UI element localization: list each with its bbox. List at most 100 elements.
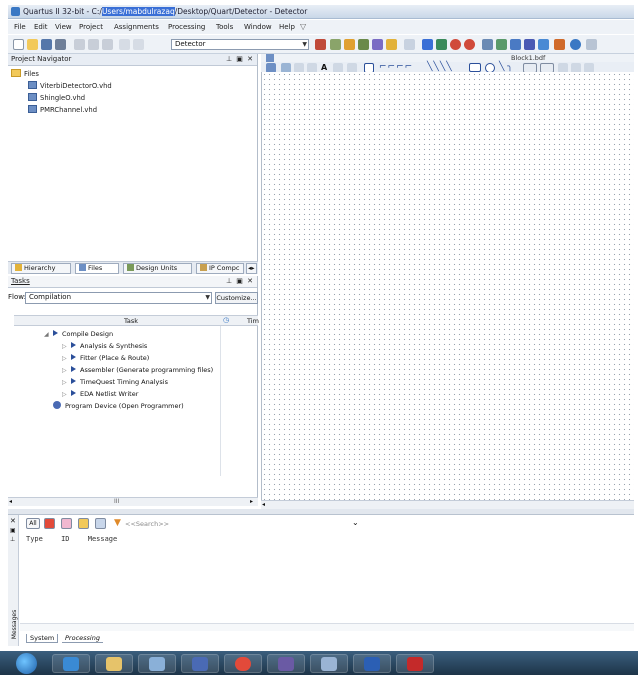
chip-planner-icon[interactable] <box>315 39 326 50</box>
warning-filter-icon[interactable] <box>78 518 89 529</box>
float-icon[interactable]: ▣ <box>10 527 16 534</box>
netlist-icon[interactable] <box>386 39 397 50</box>
filter-all-button[interactable]: All <box>26 518 40 529</box>
task-column-header[interactable]: Task <box>124 317 138 325</box>
taskbar-explorer[interactable] <box>95 654 133 673</box>
tab-processing[interactable]: Processing <box>62 634 103 643</box>
task-analysis-synthesis[interactable]: ▷ Analysis & Synthesis <box>22 340 266 352</box>
task-timequest[interactable]: ▷ TimeQuest Timing Analysis <box>22 376 266 388</box>
message-column-header[interactable]: Message <box>88 535 118 543</box>
flow-combo[interactable]: Compilation ▼ <box>25 292 212 304</box>
scroll-left-icon[interactable]: ◂ <box>262 501 265 508</box>
menu-processing[interactable]: Processing <box>168 23 205 31</box>
start-button-icon[interactable] <box>16 653 37 674</box>
chevron-down-icon[interactable]: ⌄ <box>352 518 359 527</box>
taskbar-quartus[interactable] <box>267 654 305 673</box>
filter-icon[interactable]: ▽ <box>300 22 308 31</box>
tasks-horizontal-scrollbar[interactable]: ◂ III ▸ <box>8 497 258 506</box>
scroll-left-icon[interactable]: ◂ <box>9 498 12 505</box>
file-item[interactable]: PMRChannel.vhd <box>28 105 97 114</box>
task-assembler[interactable]: ▷ Assembler (Generate programming files) <box>22 364 266 376</box>
info-icon[interactable] <box>570 39 581 50</box>
extra-icon[interactable] <box>586 39 597 50</box>
copy-icon[interactable] <box>88 39 99 50</box>
technology-map-icon[interactable] <box>496 39 507 50</box>
critical-warning-filter-icon[interactable] <box>61 518 72 529</box>
assignment-editor-icon[interactable] <box>344 39 355 50</box>
analysis-icon[interactable] <box>436 39 447 50</box>
message-search-input[interactable]: <<Search>> <box>125 520 169 528</box>
pin-icon[interactable]: ⊥ <box>10 536 15 543</box>
rtl-viewer-icon[interactable] <box>482 39 493 50</box>
menu-tools[interactable]: Tools <box>216 23 233 31</box>
cut-icon[interactable] <box>74 39 85 50</box>
tab-files[interactable]: Files <box>75 263 119 274</box>
type-column-header[interactable]: Type <box>26 535 43 543</box>
pin-planner-icon[interactable] <box>330 39 341 50</box>
task-fitter[interactable]: ▷ Fitter (Place & Route) <box>22 352 266 364</box>
timing-icon[interactable] <box>450 39 461 50</box>
open-folder-icon[interactable] <box>27 39 38 50</box>
menu-file[interactable]: File <box>14 23 26 31</box>
power-icon[interactable] <box>464 39 475 50</box>
help-icon[interactable] <box>554 39 565 50</box>
save-icon[interactable] <box>41 39 52 50</box>
files-root[interactable]: Files <box>11 69 39 78</box>
entity-combo[interactable]: Detector ▼ <box>171 39 309 50</box>
taskbar-app-1[interactable] <box>138 654 176 673</box>
taskbar-chrome[interactable] <box>224 654 262 673</box>
panel-controls[interactable]: ⊥ ▣ ✕ <box>226 276 254 287</box>
taskbar-acrobat[interactable] <box>396 654 434 673</box>
customize-button[interactable]: Customize... <box>215 292 258 304</box>
task-program-device[interactable]: Program Device (Open Programmer) <box>22 400 266 412</box>
scroll-right-icon[interactable]: ▸ <box>250 498 253 505</box>
error-filter-icon[interactable] <box>44 518 55 529</box>
undo-icon[interactable] <box>119 39 130 50</box>
ip-catalog-icon[interactable] <box>372 39 383 50</box>
task-eda-netlist[interactable]: ▷ EDA Netlist Writer <box>22 388 266 400</box>
menu-project[interactable]: Project <box>79 23 103 31</box>
paste-icon[interactable] <box>102 39 113 50</box>
tab-design-units[interactable]: Design Units <box>123 263 192 274</box>
taskbar-browser[interactable] <box>52 654 90 673</box>
time-column-header[interactable]: Tim <box>247 317 259 325</box>
panel-controls[interactable]: ⊥ ▣ ✕ <box>226 54 254 65</box>
redo-icon[interactable] <box>133 39 144 50</box>
save-all-icon[interactable] <box>55 39 66 50</box>
signal-tap-icon[interactable] <box>524 39 535 50</box>
taskbar-network[interactable] <box>310 654 348 673</box>
info-filter-icon[interactable] <box>95 518 106 529</box>
orthogonal-node-tools-icon[interactable]: ⌐⌐⌐⌐ <box>379 62 413 72</box>
tab-system[interactable]: System <box>26 634 59 643</box>
scroll-thumb[interactable]: III <box>114 498 119 505</box>
block-diagram-canvas[interactable] <box>261 72 634 500</box>
tab-scroll-arrows[interactable]: ◂▸ <box>246 263 257 274</box>
taskbar-media[interactable] <box>181 654 219 673</box>
rectangle-tool-icon[interactable] <box>469 63 481 72</box>
document-title[interactable]: Block1.bdf <box>511 54 545 62</box>
new-file-icon[interactable] <box>13 39 24 50</box>
transceiver-icon[interactable] <box>538 39 549 50</box>
line-tool-icon[interactable]: ╲ ╮ <box>499 62 513 72</box>
programmer-icon[interactable] <box>510 39 521 50</box>
taskbar-word[interactable] <box>353 654 391 673</box>
close-icon[interactable]: ✕ <box>10 517 16 525</box>
file-item[interactable]: ViterbiDetectorO.vhd <box>28 81 112 90</box>
start-compilation-icon[interactable] <box>422 39 433 50</box>
menu-window[interactable]: Window <box>244 23 272 31</box>
menu-help[interactable]: Help <box>279 23 295 31</box>
tab-ip-components[interactable]: IP Compc <box>196 263 244 274</box>
id-column-header[interactable]: ID <box>61 535 69 543</box>
flag-filter-icon[interactable]: ▼ <box>114 518 121 528</box>
tab-hierarchy[interactable]: Hierarchy <box>11 263 71 274</box>
task-compile-design[interactable]: ◢ Compile Design <box>22 328 266 340</box>
menu-edit[interactable]: Edit <box>34 23 48 31</box>
diagonal-line-tools-icon[interactable]: ╲╲╲╲ <box>427 62 453 72</box>
file-item[interactable]: ShingleO.vhd <box>28 93 85 102</box>
menu-view[interactable]: View <box>55 23 72 31</box>
messages-scrollbar[interactable] <box>20 623 634 631</box>
settings-icon[interactable] <box>358 39 369 50</box>
text-tool-icon[interactable]: A <box>321 63 327 72</box>
stop-icon[interactable] <box>404 39 415 50</box>
menu-assignments[interactable]: Assignments <box>114 23 159 31</box>
